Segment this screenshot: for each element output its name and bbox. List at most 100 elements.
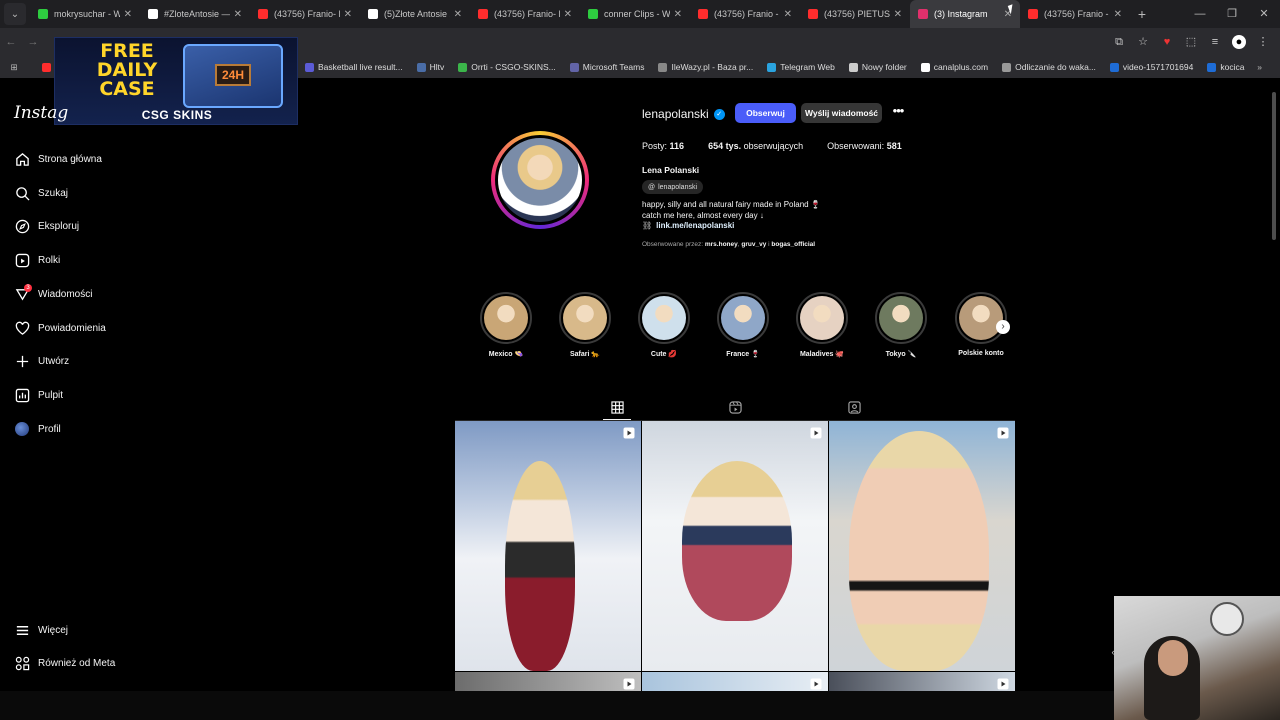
threads-badge[interactable]: @ lenapolanski: [642, 180, 704, 194]
post-tile[interactable]: [455, 672, 641, 691]
story-highlight[interactable]: Mexico 👒: [479, 292, 533, 358]
bookmark-item[interactable]: Nowy folder: [848, 62, 907, 72]
bio-line-1: happy, silly and all natural fairy made …: [642, 200, 821, 209]
window-controls: — ❐ ✕: [1184, 0, 1280, 28]
bookmark-item[interactable]: kocica: [1207, 62, 1244, 72]
post-tile[interactable]: [829, 672, 1015, 691]
tab-search-button[interactable]: ⌄: [4, 3, 26, 25]
close-tab-icon[interactable]: ✕: [344, 9, 352, 20]
story-highlight[interactable]: France 🍷: [716, 292, 770, 358]
bookmark-item[interactable]: Telegram Web: [767, 62, 835, 72]
instagram-logo[interactable]: Instag: [14, 103, 68, 123]
story-highlight[interactable]: Tokyo 🔪: [874, 292, 928, 358]
sidebar-meta[interactable]: Również od Meta: [14, 653, 115, 673]
sidebar-more[interactable]: Więcej: [14, 620, 68, 640]
post-tile[interactable]: [642, 421, 828, 671]
apps-icon[interactable]: ⊞: [4, 62, 24, 73]
browser-tab[interactable]: #ZloteAntosie — ✕: [140, 0, 250, 28]
sidebar-item-label: Strona główna: [38, 153, 102, 165]
bookmark-item[interactable]: Orrti - CSGO-SKINS...: [458, 62, 556, 72]
bookmark-item[interactable]: Basketball live result...: [305, 62, 403, 72]
profile-picture[interactable]: [491, 131, 589, 229]
more-options-icon[interactable]: •••: [890, 104, 906, 122]
reel-icon: [623, 427, 635, 439]
bookmark-item[interactable]: Microsoft Teams: [569, 62, 644, 72]
media-icon[interactable]: ≡: [1208, 35, 1222, 49]
sidebar-item[interactable]: Eksploruj: [14, 216, 79, 236]
following-count[interactable]: Obserwowani: 581: [827, 141, 902, 151]
browser-tab[interactable]: (3) Instagram ✕: [910, 0, 1020, 28]
bookmark-icon: [767, 62, 777, 72]
story-highlight[interactable]: Maladives 🐙: [795, 292, 849, 358]
browser-tab[interactable]: (43756) Franio- Ki ✕: [470, 0, 580, 28]
new-tab-button[interactable]: +: [1130, 6, 1154, 22]
close-tab-icon[interactable]: ✕: [784, 9, 792, 20]
browser-tab[interactable]: (43756) Franio - S ✕: [1020, 0, 1130, 28]
sidebar-item[interactable]: 3 Wiadomości: [14, 284, 92, 304]
message-button[interactable]: Wyślij wiadomość: [801, 103, 882, 123]
post-tile[interactable]: [829, 421, 1015, 671]
tab-posts[interactable]: [603, 399, 631, 420]
bookmark-item[interactable]: Odliczanie do waka...: [1002, 62, 1096, 72]
profile-full-name: Lena Polanski: [642, 165, 700, 175]
sidebar-item[interactable]: Profil: [14, 419, 61, 439]
minimize-button[interactable]: —: [1184, 0, 1216, 28]
sidebar-item-label: Rolki: [38, 254, 61, 266]
profile-icon[interactable]: ●: [1232, 35, 1246, 49]
follow-button[interactable]: Obserwuj: [735, 103, 796, 123]
browser-tab[interactable]: (5)Złote Antosie 2 ✕: [360, 0, 470, 28]
search-icon: [14, 185, 30, 201]
followed-by[interactable]: Obserwowane przez: mrs.honey, gruv_vy i …: [642, 241, 815, 248]
extensions-icon[interactable]: ⬚: [1184, 35, 1198, 49]
sidebar-item[interactable]: Strona główna: [14, 149, 102, 169]
more-bookmarks-icon[interactable]: »: [1257, 62, 1262, 72]
tab-title: (5)Złote Antosie 2: [384, 9, 450, 19]
bookmark-icon: [1207, 62, 1217, 72]
browser-tab[interactable]: (43756) PIETUSZE ✕: [800, 0, 910, 28]
extension-red-icon[interactable]: ♥: [1160, 35, 1174, 49]
close-tab-icon[interactable]: ✕: [234, 9, 242, 20]
close-window-button[interactable]: ✕: [1248, 0, 1280, 28]
browser-tab[interactable]: (43756) Franio - C ✕: [690, 0, 800, 28]
tab-reels[interactable]: [727, 399, 743, 415]
close-tab-icon[interactable]: ✕: [564, 9, 572, 20]
forward-icon[interactable]: →: [22, 36, 44, 48]
bookmark-item[interactable]: video-1571701694: [1109, 62, 1193, 72]
followers-count[interactable]: 654 tys. obserwujących: [708, 141, 803, 151]
highlights-next-icon[interactable]: ›: [996, 320, 1010, 334]
close-tab-icon[interactable]: ✕: [124, 9, 132, 20]
tab-title: (43756) Franio - C: [714, 9, 780, 19]
sidebar-item[interactable]: Szukaj: [14, 183, 68, 203]
twitch-icon: [588, 9, 598, 19]
close-tab-icon[interactable]: ✕: [674, 9, 682, 20]
browser-tab[interactable]: conner Clips - Wa ✕: [580, 0, 690, 28]
close-tab-icon[interactable]: ✕: [894, 9, 902, 20]
bookmark-item[interactable]: canalplus.com: [920, 62, 988, 72]
post-tile[interactable]: [642, 672, 828, 691]
sidebar-item[interactable]: Pulpit: [14, 385, 63, 405]
bookmark-item[interactable]: IleWazy.pl - Baza pr...: [658, 62, 753, 72]
story-highlight[interactable]: Cute 💋: [637, 292, 691, 358]
sidebar-item[interactable]: Powiadomienia: [14, 318, 106, 338]
maximize-button[interactable]: ❐: [1216, 0, 1248, 28]
username-text: lenapolanski: [642, 107, 709, 121]
install-app-icon[interactable]: ⧉: [1112, 35, 1126, 49]
case-illustration: 24H: [183, 44, 283, 108]
browser-tab[interactable]: mokrysuchar - Wa ✕: [30, 0, 140, 28]
close-tab-icon[interactable]: ✕: [454, 9, 462, 20]
post-tile[interactable]: [455, 421, 641, 671]
back-icon[interactable]: ←: [0, 36, 22, 48]
bookmark-star-icon[interactable]: ☆: [1136, 35, 1150, 49]
bio-link[interactable]: ⛓ link.me/lenapolanski: [642, 221, 734, 230]
heart-icon: [14, 320, 30, 336]
browser-tab[interactable]: (43756) Franio- Ki ✕: [250, 0, 360, 28]
tab-tagged[interactable]: [846, 399, 862, 415]
bookmark-item[interactable]: Hltv: [416, 62, 444, 72]
sidebar-item[interactable]: Rolki: [14, 250, 60, 270]
close-tab-icon[interactable]: ✕: [1114, 9, 1122, 20]
story-highlight[interactable]: Safari 🐆: [558, 292, 612, 358]
page-scrollbar[interactable]: [1272, 92, 1276, 240]
home-icon: [14, 151, 30, 167]
browser-menu-icon[interactable]: ⋮: [1256, 35, 1270, 49]
sidebar-item[interactable]: Utwórz: [14, 351, 69, 371]
